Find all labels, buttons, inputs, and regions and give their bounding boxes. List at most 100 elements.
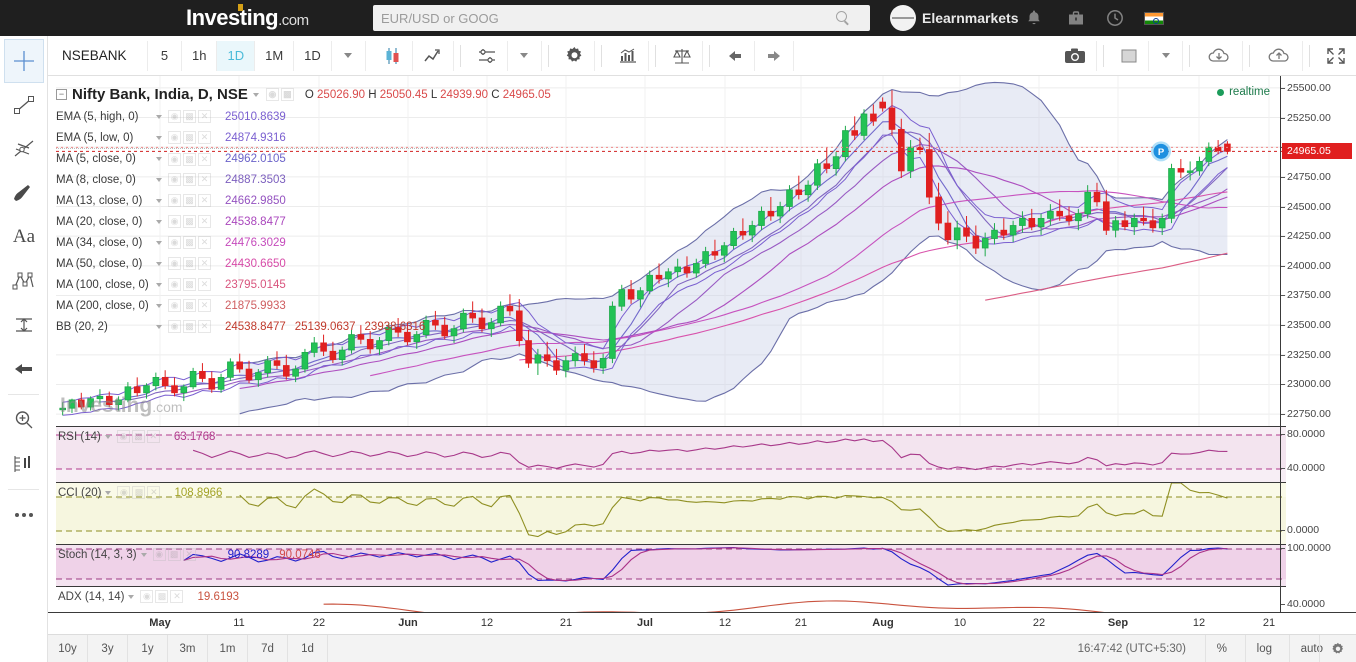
bell-icon[interactable] <box>1024 8 1044 28</box>
settings-icon[interactable]: ▩ <box>183 152 196 166</box>
measure-tool[interactable] <box>0 303 48 347</box>
clock-icon[interactable] <box>1105 8 1125 28</box>
indicator-controls[interactable]: ◉ ▩ ✕ <box>168 257 211 270</box>
indicator-row[interactable]: MA (13, close, 0) ◉ ▩ ✕ 24662.9850 <box>56 190 551 211</box>
indicator-row[interactable]: EMA (5, high, 0) ◉ ▩ ✕ 25010.8639 <box>56 106 551 127</box>
indicator-controls[interactable]: ◉ ▩ ✕ <box>168 131 211 144</box>
indicator-caret[interactable] <box>156 177 162 182</box>
cci-panel[interactable]: CCI (20) ◉ ▩ ✕ 108.8966 <box>56 482 1286 544</box>
visibility-icon[interactable]: ◉ <box>168 152 181 166</box>
settings-gear-icon[interactable] <box>555 40 595 71</box>
close-icon[interactable]: ✕ <box>198 299 211 312</box>
india-flag-icon[interactable] <box>1144 12 1164 25</box>
range-7d[interactable]: 7d <box>248 634 288 662</box>
range-3m[interactable]: 3m <box>168 634 208 662</box>
indicator-caret[interactable] <box>156 219 162 224</box>
pitchfork-tool[interactable] <box>0 127 48 171</box>
visibility-icon[interactable]: ◉ <box>168 173 181 186</box>
search-input[interactable] <box>381 10 836 26</box>
visibility-icon[interactable]: ◉ <box>168 215 181 228</box>
indicator-caret[interactable] <box>156 261 162 266</box>
indicator-controls[interactable]: ◉ ▩ ✕ <box>168 194 211 207</box>
visibility-icon[interactable]: ◉ <box>168 110 181 123</box>
percent-button[interactable]: % <box>1204 634 1238 662</box>
trend-line-tool[interactable] <box>0 83 48 127</box>
brush-tool[interactable] <box>0 171 48 215</box>
indicator-caret[interactable] <box>156 282 162 287</box>
settings-icon[interactable]: ▩ <box>183 215 196 228</box>
avatar[interactable] <box>890 5 916 31</box>
indicator-caret[interactable] <box>156 135 162 140</box>
bb-caret[interactable] <box>156 324 162 329</box>
adx-caret[interactable] <box>128 594 135 599</box>
candlestick-chart-icon[interactable] <box>374 40 413 71</box>
compare-icon[interactable] <box>608 40 649 71</box>
title-controls[interactable]: ◉ ▩ <box>265 88 294 101</box>
range-3y[interactable]: 3y <box>88 634 128 662</box>
close-icon[interactable]: ✕ <box>198 173 211 186</box>
settings-icon[interactable]: ▩ <box>183 131 196 144</box>
indicator-controls[interactable]: ◉ ▩ ✕ <box>168 236 211 249</box>
collapse-icon[interactable]: − <box>56 89 67 100</box>
indicator-caret[interactable] <box>156 198 162 203</box>
arrow-tool[interactable] <box>0 347 48 391</box>
cloud-download-icon[interactable] <box>1196 40 1243 71</box>
settings-icon[interactable]: ▩ <box>183 194 196 207</box>
redo-icon[interactable] <box>755 40 794 71</box>
crosshair-tool[interactable] <box>4 39 44 83</box>
title-dropdown-caret[interactable] <box>252 92 259 97</box>
interval-1D-active[interactable]: 1D <box>217 40 256 71</box>
close-icon[interactable]: ✕ <box>198 257 211 270</box>
settings-icon[interactable]: ▩ <box>183 236 196 249</box>
indicator-row[interactable]: MA (20, close, 0) ◉ ▩ ✕ 24538.8477 <box>56 211 551 232</box>
portfolio-icon[interactable] <box>1066 8 1086 28</box>
indicator-row[interactable]: MA (50, close, 0) ◉ ▩ ✕ 24430.6650 <box>56 253 551 274</box>
symbol-button[interactable]: NSEBANK <box>48 40 148 71</box>
close-icon[interactable]: ✕ <box>198 194 211 207</box>
indicator-caret[interactable] <box>156 114 162 119</box>
close-icon[interactable]: ✕ <box>198 215 211 228</box>
visibility-icon[interactable]: ◉ <box>168 257 181 270</box>
interval-1M[interactable]: 1M <box>255 40 295 71</box>
layout-caret[interactable] <box>1149 40 1183 71</box>
indicator-row[interactable]: MA (200, close, 0) ◉ ▩ ✕ 21875.9933 <box>56 295 551 316</box>
interval-dropdown-caret[interactable] <box>332 40 366 71</box>
stoch-panel[interactable]: Stoch (14, 3, 3) ◉ ▩ ✕ 90.8289 90.0746 <box>56 544 1286 586</box>
zoom-tool[interactable] <box>0 398 48 442</box>
rsi-caret[interactable] <box>104 434 111 439</box>
indicator-caret[interactable] <box>156 303 162 308</box>
indicator-caret[interactable] <box>156 157 162 161</box>
visibility-icon[interactable]: ◉ <box>168 194 181 207</box>
strategy-icon[interactable] <box>662 40 703 71</box>
interval-5[interactable]: 5 <box>148 40 182 71</box>
price-axis[interactable]: 25500.0025250.0025000.0024750.0024500.00… <box>1280 76 1356 616</box>
interval-1h[interactable]: 1h <box>182 40 218 71</box>
indicator-row[interactable]: MA (34, close, 0) ◉ ▩ ✕ 24476.3029 <box>56 232 551 253</box>
search-icon[interactable] <box>836 10 851 26</box>
search-box[interactable] <box>373 5 870 31</box>
gear-icon[interactable] <box>1319 634 1356 662</box>
settings-icon[interactable]: ▩ <box>183 257 196 270</box>
line-chart-icon[interactable] <box>413 40 454 71</box>
stoch-caret[interactable] <box>140 552 147 557</box>
indicator-row[interactable]: MA (100, close, 0) ◉ ▩ ✕ 23795.0145 <box>56 274 551 295</box>
cci-caret[interactable] <box>105 490 112 495</box>
indicator-row[interactable]: MA (8, close, 0) ◉ ▩ ✕ 24887.3503 <box>56 169 551 190</box>
settings-icon[interactable]: ▩ <box>280 88 294 101</box>
investing-logo[interactable]: Investing.com <box>186 4 309 31</box>
indicator-controls[interactable]: ◉ ▩ ✕ <box>168 299 211 312</box>
undo-icon[interactable] <box>716 40 755 71</box>
range-1d[interactable]: 1d <box>288 634 328 662</box>
indicators-icon[interactable] <box>467 40 508 71</box>
rsi-panel[interactable]: RSI (14) ◉ ▩ ✕ 63.1768 <box>56 426 1286 482</box>
settings-icon[interactable]: ▩ <box>183 110 196 123</box>
visibility-icon[interactable]: ◉ <box>265 88 279 101</box>
fullscreen-icon[interactable] <box>1316 41 1356 71</box>
indicator-controls[interactable]: ◉ ▩ ✕ <box>168 173 211 186</box>
chart-container[interactable]: − Nifty Bank, India, D, NSE ◉ ▩ O 25026.… <box>48 76 1356 662</box>
log-button[interactable]: log <box>1244 634 1283 662</box>
indicator-caret[interactable] <box>156 240 162 245</box>
text-tool[interactable]: Aa <box>0 215 48 259</box>
camera-icon[interactable] <box>1054 40 1097 71</box>
settings-icon[interactable]: ▩ <box>183 278 196 291</box>
